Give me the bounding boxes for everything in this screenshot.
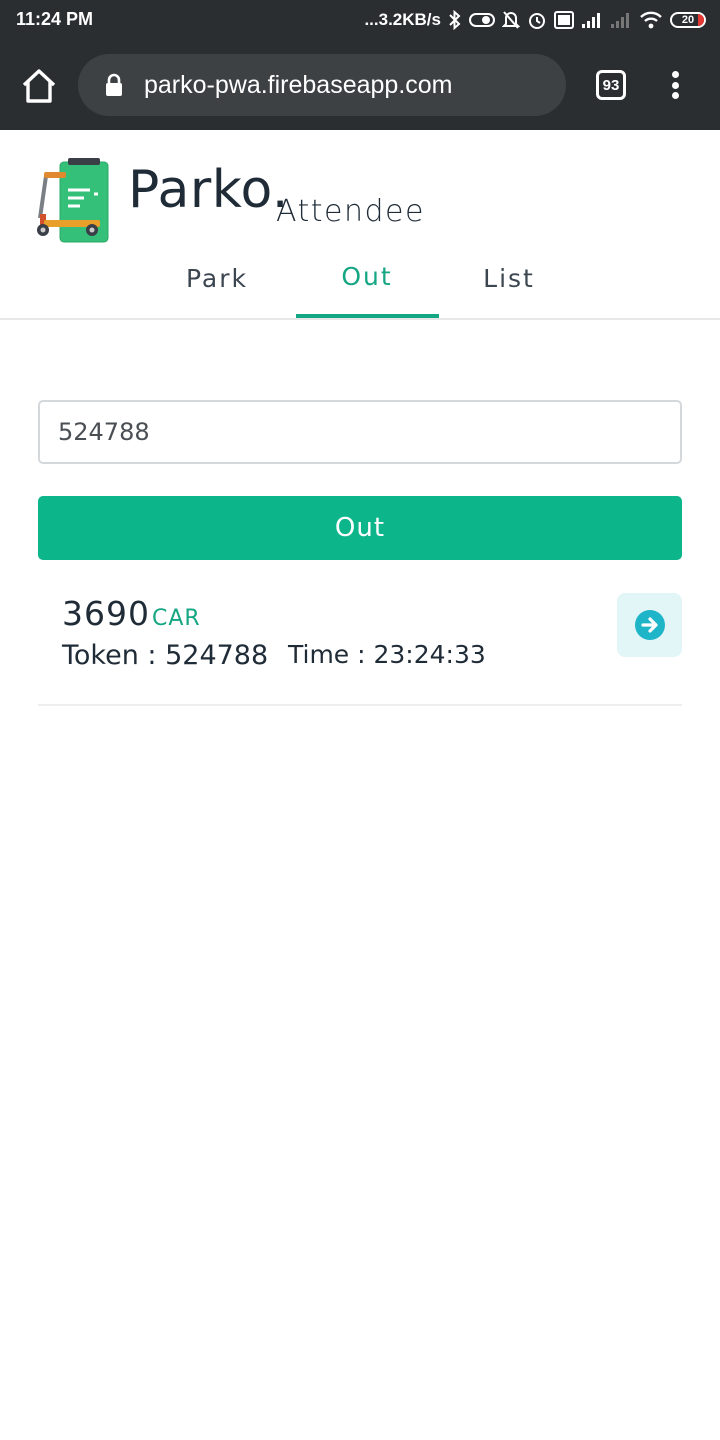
status-time: 11:24 PM	[16, 9, 94, 29]
out-button[interactable]: Out	[38, 496, 682, 560]
header-divider	[0, 318, 720, 320]
url-text: parko-pwa.firebaseapp.com	[144, 70, 453, 99]
vehicle-number: 3690	[62, 594, 150, 633]
bluetooth-icon	[448, 10, 462, 30]
status-icons: ...3.2KB/s 20	[364, 6, 706, 34]
scooter-logo-icon	[32, 158, 112, 244]
url-bar[interactable]: parko-pwa.firebaseapp.com	[78, 54, 566, 116]
vehicle-type-badge: CAR	[152, 606, 201, 631]
tab-count-button[interactable]: 93	[596, 70, 626, 100]
alarm-icon	[527, 10, 547, 30]
battery-icon: 20	[670, 12, 706, 28]
token-input[interactable]	[38, 400, 682, 464]
arrow-right-circle-icon	[634, 610, 665, 640]
browser-toolbar: parko-pwa.firebaseapp.com 93	[0, 40, 720, 130]
volte-icon	[554, 11, 574, 29]
overflow-menu-icon[interactable]	[664, 68, 686, 102]
nav-tabs: Park Out List	[0, 250, 720, 320]
mute-bell-icon	[502, 10, 520, 30]
tab-list[interactable]: List	[438, 264, 580, 293]
toggle-icon	[469, 12, 495, 28]
tab-out[interactable]: Out	[296, 262, 438, 291]
battery-level: 20	[681, 14, 695, 26]
home-icon[interactable]	[20, 68, 58, 104]
lock-icon	[104, 73, 126, 97]
tab-park[interactable]: Park	[146, 264, 288, 293]
signal-off-icon	[610, 11, 632, 29]
app-header: Parko. Attendee Park Out List	[0, 130, 720, 320]
signal-icon	[581, 11, 603, 29]
brand-subtitle: Attendee	[276, 194, 425, 229]
exit-arrow-button[interactable]	[617, 593, 682, 657]
list-item: 3690 CAR Token : 524788 Time : 23:24:33	[38, 580, 682, 706]
network-speed: ...3.2KB/s	[364, 10, 441, 29]
token-label: Token : 524788	[62, 640, 269, 671]
brand-title: Parko.	[128, 160, 289, 220]
wifi-icon	[639, 11, 663, 29]
time-label: Time : 23:24:33	[288, 640, 486, 669]
status-bar: 11:24 PM ...3.2KB/s 20	[0, 0, 720, 40]
